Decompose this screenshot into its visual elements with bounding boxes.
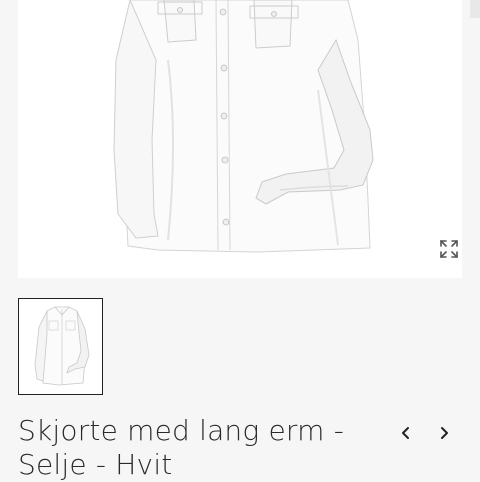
- scroll-edge: [470, 0, 480, 18]
- thumbnail-image[interactable]: [18, 298, 103, 395]
- next-product-button[interactable]: [431, 420, 457, 446]
- product-main-image[interactable]: [18, 0, 462, 278]
- chevron-left-icon: [402, 427, 409, 439]
- expand-arrows-icon[interactable]: [438, 238, 460, 260]
- shirt-image: [113, 0, 374, 253]
- product-title-line1: Skjorte med lang erm -: [18, 414, 345, 447]
- shirt-thumbnail: [34, 306, 90, 386]
- product-title-line2: Selje - Hvit: [18, 448, 173, 481]
- chevron-right-icon: [441, 427, 448, 439]
- previous-product-button[interactable]: [393, 420, 419, 446]
- product-title: Skjorte med lang erm - Selje - Hvit: [18, 414, 378, 482]
